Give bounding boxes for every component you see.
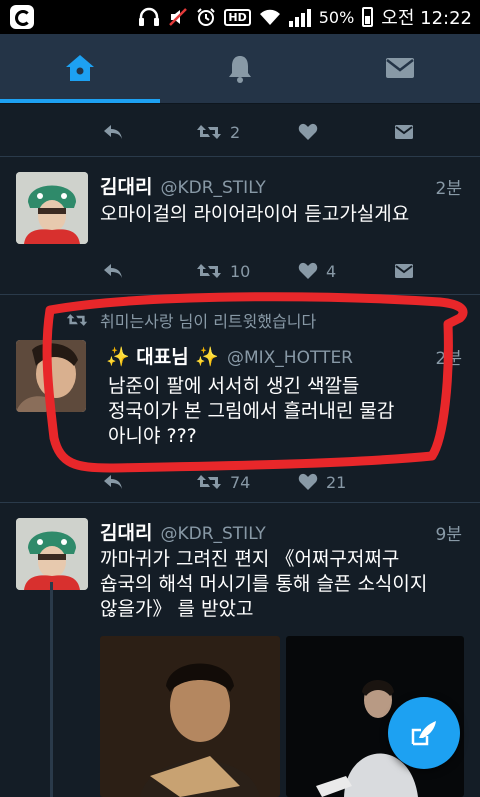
envelope-icon <box>395 125 413 139</box>
tweet-text-line: 않을가》 를 받았고 <box>100 598 254 620</box>
battery-icon <box>362 7 374 27</box>
reply-button[interactable] <box>102 118 124 146</box>
retweet-icon <box>197 475 221 489</box>
direct-message-button[interactable] <box>394 257 414 285</box>
retweet-count: 10 <box>230 261 251 281</box>
hd-voice-icon: HD <box>224 8 251 26</box>
tweet-text-line: 정국이가 본 그림에서 흘러내린 물감 <box>108 400 395 422</box>
retweet-icon <box>66 314 88 326</box>
headset-icon <box>139 7 160 26</box>
reply-icon <box>104 264 122 278</box>
user-handle[interactable]: @KDR_STILY <box>160 524 265 544</box>
avatar[interactable] <box>16 518 88 590</box>
tab-messages[interactable] <box>320 34 480 102</box>
wifi-icon <box>259 9 280 25</box>
avatar-image <box>16 340 86 412</box>
tweet-text-line: 남준이 팔에 서서히 생긴 색깔들 <box>108 375 360 397</box>
tweet-text-line: 숍국의 해석 머시기를 통해 슬픈 소식이지 <box>100 573 428 595</box>
photo-person-holding-book <box>100 636 280 797</box>
like-button[interactable] <box>298 118 318 146</box>
tweet-text: 까마귀가 그려진 편지 《어쩌구저쩌구 숍국의 해석 머시기를 통해 슬픈 소식… <box>100 547 460 622</box>
tweet-time[interactable]: 2분 <box>436 344 462 369</box>
compose-tweet-icon <box>411 721 436 746</box>
tweet-text-line: 아니야 ??? <box>108 425 197 447</box>
retweet-icon <box>197 264 221 278</box>
alarm-icon <box>197 8 216 26</box>
reply-button[interactable] <box>102 257 124 285</box>
carrier-app-icon <box>10 5 34 29</box>
tab-notifications[interactable] <box>160 34 320 102</box>
heart-icon <box>298 473 318 490</box>
like-button[interactable]: 21 <box>298 468 346 496</box>
timeline[interactable]: 2 김대리 @KDR_STILY 2분 오마이걸의 라이어라이어 듣고가실게요 … <box>0 104 480 797</box>
tweet-time[interactable]: 2분 <box>436 174 462 199</box>
retweeted-by-text: 취미는사랑 님이 리트윗했습니다 <box>100 312 317 331</box>
retweet-button[interactable]: 74 <box>196 468 250 496</box>
active-tab-indicator <box>0 99 160 103</box>
heart-icon <box>298 123 318 140</box>
reply-icon <box>104 125 122 139</box>
tweet-time[interactable]: 9분 <box>436 520 462 545</box>
retweet-button[interactable]: 2 <box>196 118 240 146</box>
user-handle[interactable]: @KDR_STILY <box>160 178 265 198</box>
display-name[interactable]: 김대리 <box>100 172 152 199</box>
tweet-text: 오마이걸의 라이어라이어 듣고가실게요 <box>100 203 410 225</box>
user-handle[interactable]: @MIX_HOTTER <box>227 348 353 368</box>
tab-home[interactable] <box>0 34 160 102</box>
avatar[interactable] <box>16 172 88 244</box>
display-name[interactable]: 김대리 <box>100 518 152 545</box>
thread-connector-line <box>50 582 53 797</box>
tweet-text-line: 까마귀가 그려진 편지 《어쩌구저쩌구 <box>100 548 400 570</box>
reply-icon <box>104 475 122 489</box>
avatar-image <box>16 172 88 244</box>
retweet-button[interactable]: 10 <box>196 257 250 285</box>
retweet-count: 74 <box>230 472 251 492</box>
home-icon <box>66 55 94 81</box>
avatar[interactable] <box>16 340 86 412</box>
notifications-bell-icon <box>229 56 251 83</box>
like-button[interactable]: 4 <box>298 257 336 285</box>
tab-bar <box>0 34 480 104</box>
clock: 오전 12:22 <box>381 8 472 29</box>
compose-tweet-button[interactable] <box>388 697 460 769</box>
status-bar: HD 50% 오전 12:22 <box>0 0 480 34</box>
signal-strength-icon <box>288 7 311 27</box>
heart-icon <box>298 262 318 279</box>
like-count: 21 <box>326 472 347 492</box>
tweet-divider <box>0 156 480 157</box>
tweet-media-image[interactable] <box>100 636 280 797</box>
battery-percent: 50% <box>318 7 355 27</box>
direct-message-button[interactable] <box>394 118 414 146</box>
tweet-divider <box>0 502 480 503</box>
like-count: 4 <box>326 261 337 281</box>
envelope-icon <box>395 264 413 278</box>
tweet-text: 남준이 팔에 서서히 생긴 색깔들 정국이가 본 그림에서 흘러내린 물감 아니… <box>108 374 468 449</box>
tweet-divider <box>0 294 480 295</box>
messages-envelope-icon <box>386 58 414 78</box>
display-name[interactable]: ✨ 대표님 ✨ <box>106 342 219 369</box>
reply-button[interactable] <box>102 468 124 496</box>
avatar-image <box>16 518 88 590</box>
retweet-banner[interactable]: 취미는사랑 님이 리트윗했습니다 <box>66 308 316 332</box>
retweet-icon <box>197 125 221 139</box>
mute-icon <box>169 8 188 26</box>
retweet-count: 2 <box>230 122 241 142</box>
